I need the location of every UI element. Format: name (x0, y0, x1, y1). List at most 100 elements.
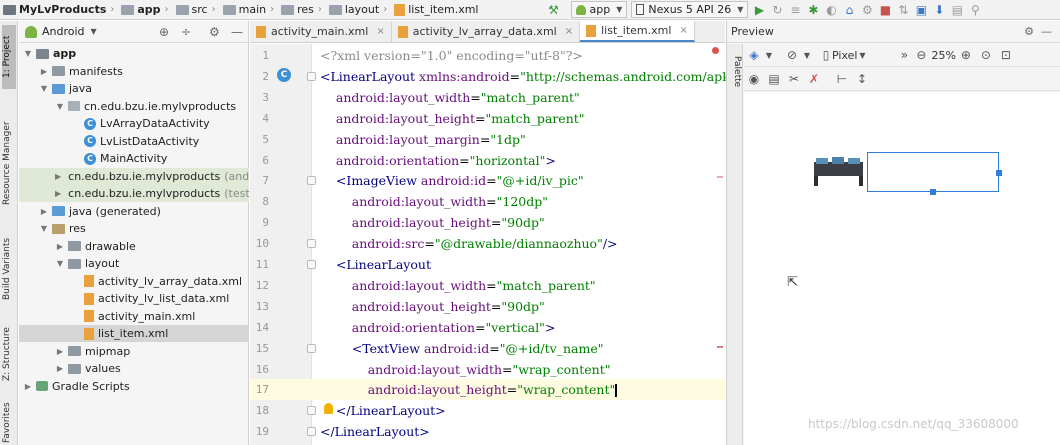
collapse-icon[interactable]: ÷ (181, 25, 191, 39)
breadcrumb-item[interactable]: list_item.xml (391, 0, 480, 20)
tab-favorites[interactable]: Favorites (2, 401, 16, 445)
orientation-icon[interactable]: ⊘ (782, 45, 802, 65)
rerun-icon[interactable]: ↻ (768, 1, 786, 19)
hide-icon[interactable]: — (231, 25, 243, 39)
align-vertical-icon[interactable]: ↕ (852, 69, 872, 89)
close-icon[interactable]: × (679, 25, 687, 36)
code-line[interactable]: 3 android:layout_width="match_parent" (250, 87, 725, 108)
code-line[interactable]: 7 <ImageView android:id="@+id/iv_pic" (250, 170, 725, 191)
code-line[interactable]: 5 android:layout_margin="1dp" (250, 129, 725, 150)
eye-icon[interactable]: ◉ (744, 69, 764, 89)
tree-item[interactable]: ▼ res (19, 220, 249, 237)
editor-tab[interactable]: activity_lv_array_data.xml × (392, 21, 581, 42)
tree-item[interactable]: C LvListDataActivity (19, 133, 249, 150)
tree-item[interactable]: activity_main.xml (19, 308, 249, 325)
zoom-actual-icon[interactable]: ⊙ (976, 45, 996, 65)
gear-icon[interactable]: ⚙ (209, 25, 220, 39)
align-horizontal-icon[interactable]: ⊢ (832, 69, 852, 89)
project-view-selector[interactable]: Android ▼ ⊕ ÷ ⚙ — (19, 21, 248, 43)
resize-handle[interactable] (996, 170, 1002, 176)
chevron-right-icon[interactable]: ▶ (55, 347, 65, 356)
fold-marker-icon[interactable] (307, 260, 316, 269)
tree-item[interactable]: ▼ java (19, 80, 249, 97)
class-marker-icon[interactable]: C (277, 68, 291, 82)
code-line[interactable]: 16 android:layout_width="wrap_content" (250, 359, 725, 380)
tree-item[interactable]: C MainActivity (19, 150, 249, 167)
tree-item[interactable]: ▼ cn.edu.bzu.ie.mylvproducts (19, 98, 249, 115)
code-line[interactable]: 2 <LinearLayout xmlns:android="http://sch… (250, 66, 729, 87)
code-line[interactable]: 10 android:src="@drawable/diannaozhuo"/> (250, 233, 725, 254)
zoom-out-icon[interactable]: ⊖ (911, 45, 931, 65)
search-icon[interactable]: ⚲ (966, 1, 984, 19)
coverage-icon[interactable]: ⚙ (858, 1, 876, 19)
tree-item[interactable]: activity_lv_list_data.xml (19, 290, 249, 307)
zoom-in-icon[interactable]: ⊕ (956, 45, 976, 65)
stripe-mark[interactable] (717, 176, 723, 178)
breadcrumb-item[interactable]: res › (278, 0, 326, 20)
fold-marker-icon[interactable] (307, 239, 316, 249)
error-stripe[interactable] (717, 44, 723, 434)
attach-debugger-icon[interactable]: ⌂ (840, 1, 858, 19)
tab-palette[interactable]: Palette (728, 50, 742, 94)
design-surface-icon[interactable]: ◈ (744, 45, 764, 65)
code-line[interactable]: 1 <?xml version="1.0" encoding="utf-8"?> (250, 45, 725, 66)
chevron-right-icon[interactable]: ▶ (23, 382, 33, 391)
code-line[interactable]: 8 android:layout_width="120dp" (250, 191, 725, 212)
code-line[interactable]: 11 <LinearLayout (250, 254, 725, 275)
autoconnect-icon[interactable]: ✂ (784, 69, 804, 89)
editor-tab[interactable]: activity_main.xml × (250, 21, 392, 42)
inner-linearlayout-selection[interactable] (867, 152, 999, 192)
stripe-mark[interactable] (717, 346, 723, 348)
chevron-down-icon[interactable]: ▼ (39, 224, 49, 233)
chevron-down-icon[interactable]: ▼ (55, 102, 65, 111)
fold-marker-icon[interactable] (307, 176, 316, 186)
close-icon[interactable]: × (565, 26, 573, 37)
tree-item[interactable]: ▶ manifests (19, 63, 249, 80)
chevron-right-icon[interactable]: ▶ (39, 67, 49, 76)
breadcrumb-item[interactable]: MyLvProducts › (0, 0, 118, 20)
tab-build-variants[interactable]: Build Variants (2, 231, 16, 307)
breadcrumb-item[interactable]: app › (118, 0, 172, 20)
chevron-down-icon[interactable]: ▼ (764, 45, 774, 65)
stop-icon[interactable]: ■ (876, 1, 894, 19)
sync-icon[interactable]: ⇅ (894, 1, 912, 19)
editor-tab[interactable]: list_item.xml × (580, 21, 695, 42)
chevron-right-icon[interactable]: ▶ (39, 207, 49, 216)
tree-item[interactable]: ▶ mipmap (19, 343, 249, 360)
close-icon[interactable]: × (376, 26, 384, 37)
resize-handle[interactable] (930, 189, 936, 195)
chevron-down-icon[interactable]: ▼ (55, 259, 65, 268)
breadcrumb-item[interactable]: layout › (326, 0, 391, 20)
tree-item[interactable]: ▶ java (generated) (19, 203, 249, 220)
code-line[interactable]: 18 </LinearLayout> (250, 400, 725, 421)
overflow-icon[interactable]: » (897, 45, 911, 65)
tree-item[interactable]: ▶ drawable (19, 238, 249, 255)
chevron-right-icon[interactable]: ▶ (55, 172, 61, 181)
tree-item[interactable]: activity_lv_array_data.xml (19, 273, 249, 290)
tree-item[interactable]: ▶ values (19, 360, 249, 377)
tree-item[interactable]: ▶ cn.edu.bzu.ie.mylvproducts (andr (19, 167, 254, 185)
code-line[interactable]: 14 android:orientation="vertical"> (250, 317, 725, 338)
chevron-down-icon[interactable]: ▼ (802, 45, 812, 65)
tab-structure[interactable]: Z: Structure (2, 321, 16, 387)
tree-item[interactable]: list_item.xml (19, 325, 249, 342)
device-dropdown[interactable]: Nexus 5 API 26 ▼ (631, 1, 749, 18)
fit-screen-icon[interactable]: ⊡ (996, 45, 1016, 65)
preview-device-dropdown[interactable]: Pixel (832, 49, 857, 62)
fold-marker-icon[interactable] (307, 343, 316, 353)
tree-item[interactable]: C LvArrayDataActivity (19, 115, 249, 132)
code-line[interactable]: 4 android:layout_height="match_parent" (250, 108, 725, 129)
tree-item[interactable]: ▼ app (19, 45, 249, 62)
code-line[interactable]: 6 android:orientation="horizontal"> (250, 150, 725, 171)
code-line[interactable]: 13 android:layout_height="90dp" (250, 296, 725, 317)
tree-item[interactable]: ▼ layout (19, 255, 249, 272)
fold-marker-icon[interactable] (307, 406, 316, 416)
gear-icon[interactable]: ⚙ (1024, 25, 1034, 38)
code-line[interactable]: 15 <TextView android:id="@+id/tv_name" (250, 338, 725, 359)
sdk-manager-icon[interactable]: ⬇ (930, 1, 948, 19)
layout-inspector-icon[interactable]: ▤ (948, 1, 966, 19)
breadcrumb-item[interactable]: main › (220, 0, 278, 20)
design-canvas[interactable]: ⇱ (744, 92, 1060, 445)
code-line[interactable]: 9 android:layout_height="90dp" (250, 212, 725, 233)
clear-constraints-icon[interactable]: ✗ (804, 69, 824, 89)
